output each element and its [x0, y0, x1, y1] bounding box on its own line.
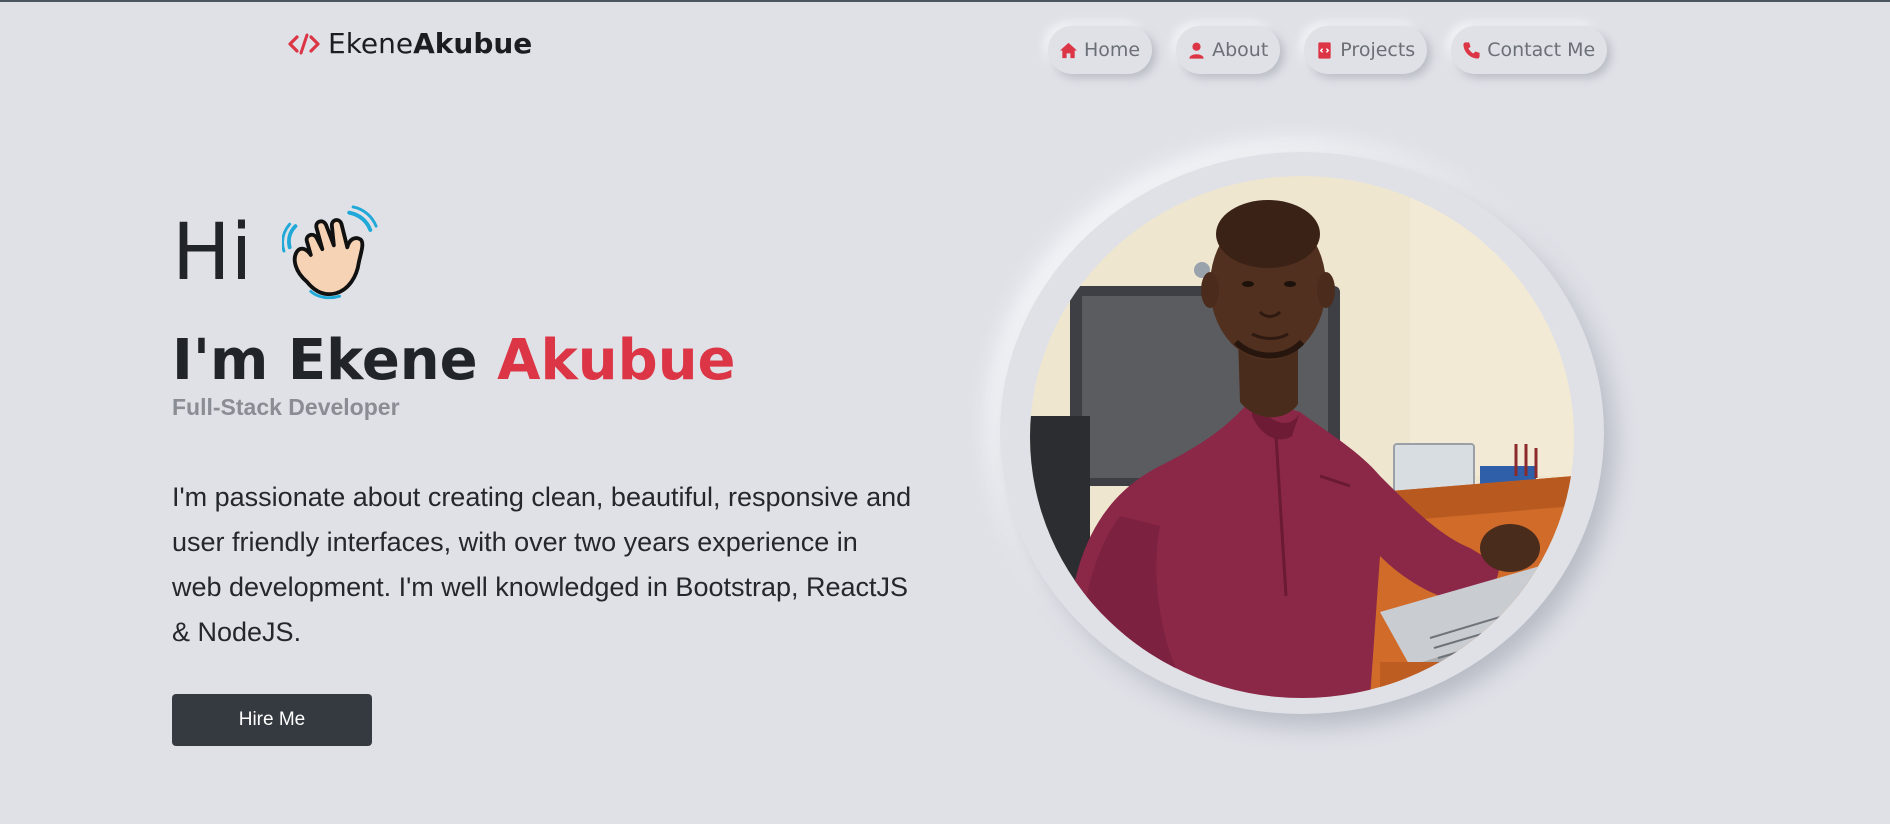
brand-last-name: Akubue: [413, 27, 533, 60]
nav-item-contact[interactable]: Contact Me: [1451, 26, 1608, 74]
top-border: [0, 0, 1890, 2]
user-icon: [1189, 42, 1204, 59]
profile-photo: [1030, 176, 1574, 698]
nav-label: Contact Me: [1487, 39, 1596, 61]
nav-item-projects[interactable]: Projects: [1304, 26, 1428, 74]
nav-label: Projects: [1340, 39, 1416, 61]
nav-label: About: [1212, 39, 1269, 61]
brand-first-name: Ekene: [328, 27, 414, 60]
code-icon: [288, 33, 320, 55]
nav-item-home[interactable]: Home: [1048, 26, 1153, 74]
profile-photo-illustration: [1030, 176, 1574, 698]
home-icon: [1059, 42, 1078, 58]
main-nav: Home About Projects Contact Me: [1048, 26, 1608, 74]
hero-headline: I'm Ekene Akubue: [172, 328, 736, 394]
greeting-text: Hi: [172, 208, 253, 298]
project-icon: [1318, 41, 1331, 59]
nav-label: Home: [1084, 39, 1141, 61]
brand-logo[interactable]: Ekene Akubue: [288, 26, 532, 62]
greeting: Hi: [172, 205, 378, 301]
hire-me-button[interactable]: Hire Me: [172, 694, 372, 746]
bio-paragraph: I'm passionate about creating clean, bea…: [172, 482, 912, 647]
headline-accent-name: Akubue: [497, 328, 736, 393]
nav-item-about[interactable]: About: [1176, 26, 1281, 74]
role-subtitle: Full-Stack Developer: [172, 394, 400, 420]
phone-icon: [1463, 41, 1480, 59]
waving-hand-icon: [282, 205, 378, 300]
headline-intro: I'm Ekene: [172, 328, 478, 393]
